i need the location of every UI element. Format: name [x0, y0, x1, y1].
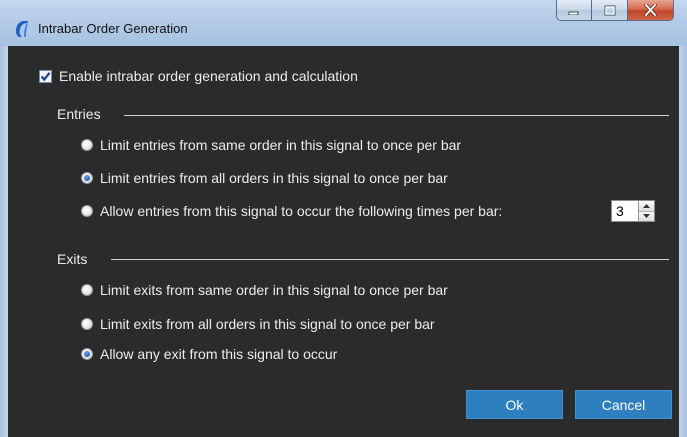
cancel-button[interactable]: Cancel — [575, 390, 672, 419]
enable-intrabar-label: Enable intrabar order generation and cal… — [59, 68, 358, 84]
stepper-up-button[interactable] — [639, 201, 654, 211]
checkmark-icon — [40, 71, 51, 81]
dialog-content: Enable intrabar order generation and cal… — [8, 46, 679, 437]
entries-option-all-orders[interactable]: Limit entries from all orders in this si… — [81, 170, 448, 186]
entries-all-orders-radio[interactable] — [81, 172, 93, 184]
caption-buttons — [556, 0, 674, 27]
chevron-up-icon — [643, 203, 650, 208]
times-per-bar-stepper[interactable]: 3 — [611, 200, 655, 222]
window-frame-right — [679, 46, 687, 437]
exits-option-any-exit[interactable]: Allow any exit from this signal to occur — [81, 346, 337, 362]
exits-all-orders-label: Limit exits from all orders in this sign… — [100, 316, 435, 332]
title-bar[interactable]: Intrabar Order Generation — [0, 0, 687, 47]
times-per-bar-value[interactable]: 3 — [612, 201, 638, 221]
minimize-button[interactable] — [556, 0, 592, 21]
exits-option-all-orders[interactable]: Limit exits from all orders in this sign… — [81, 316, 435, 332]
entries-all-orders-label: Limit entries from all orders in this si… — [100, 170, 448, 186]
close-icon — [644, 4, 657, 16]
entries-option-same-order[interactable]: Limit entries from same order in this si… — [81, 137, 461, 153]
enable-intrabar-checkbox-row[interactable]: Enable intrabar order generation and cal… — [39, 68, 358, 84]
exits-all-orders-radio[interactable] — [81, 318, 93, 330]
dialog-window: Intrabar Order Generation Enable intraba… — [0, 0, 687, 437]
entries-times-per-bar-radio[interactable] — [81, 205, 93, 217]
exits-same-order-radio[interactable] — [81, 284, 93, 296]
maximize-button[interactable] — [592, 0, 628, 21]
app-logo-icon — [16, 21, 28, 37]
window-title: Intrabar Order Generation — [38, 21, 188, 36]
enable-intrabar-checkbox[interactable] — [39, 69, 52, 83]
exits-any-exit-radio[interactable] — [81, 348, 93, 360]
entries-times-per-bar-label: Allow entries from this signal to occur … — [100, 203, 503, 219]
maximize-icon — [604, 5, 615, 15]
entries-same-order-radio[interactable] — [81, 139, 93, 151]
entries-group-divider — [124, 115, 669, 116]
window-frame-left — [0, 46, 8, 437]
entries-same-order-label: Limit entries from same order in this si… — [100, 137, 462, 153]
stepper-down-button[interactable] — [639, 210, 654, 221]
close-button[interactable] — [628, 0, 674, 21]
entries-option-times-per-bar[interactable]: Allow entries from this signal to occur … — [81, 203, 502, 219]
exits-group-label: Exits — [57, 251, 88, 267]
entries-group-label: Entries — [57, 106, 101, 122]
minimize-icon — [568, 11, 579, 15]
exits-any-exit-label: Allow any exit from this signal to occur — [100, 346, 338, 362]
ok-button[interactable]: Ok — [466, 390, 563, 419]
exits-option-same-order[interactable]: Limit exits from same order in this sign… — [81, 282, 448, 298]
exits-same-order-label: Limit exits from same order in this sign… — [100, 282, 448, 298]
chevron-down-icon — [643, 214, 650, 219]
exits-group-divider — [111, 259, 669, 260]
stepper-buttons — [638, 201, 654, 221]
